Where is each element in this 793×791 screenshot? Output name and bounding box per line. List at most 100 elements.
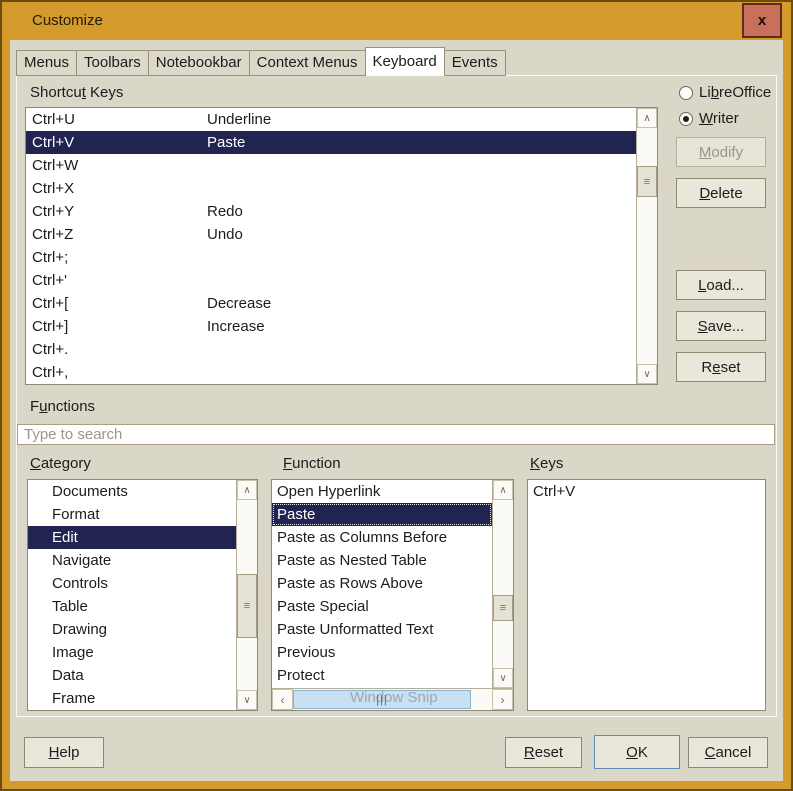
search-input[interactable] (17, 424, 775, 445)
function-list-hscrollbar[interactable]: ‹ ||| › (272, 688, 513, 710)
function-item[interactable]: Open Hyperlink (272, 480, 492, 503)
function-item[interactable]: Paste Unformatted Text (272, 618, 492, 641)
modify-button[interactable]: Modify (676, 137, 766, 167)
category-item[interactable]: Controls (28, 572, 236, 595)
tab-events[interactable]: Events (444, 50, 506, 76)
window-title: Customize (32, 2, 103, 40)
function-item-selected[interactable]: Paste (272, 503, 492, 526)
scroll-up-icon[interactable]: ∧ (637, 108, 657, 128)
shortcut-command (207, 177, 636, 200)
shortcut-command: Decrease (207, 292, 636, 315)
shortcut-row[interactable]: Ctrl+, (26, 361, 636, 384)
tab-notebookbar[interactable]: Notebookbar (148, 50, 250, 76)
category-item[interactable]: Table (28, 595, 236, 618)
reset-side-button[interactable]: Reset (676, 352, 766, 382)
shortcut-row[interactable]: Ctrl+YRedo (26, 200, 636, 223)
function-list-vscrollbar[interactable]: ∧ ≡ ∨ (492, 480, 513, 688)
shortcut-key: Ctrl+' (26, 269, 207, 292)
shortcut-key: Ctrl+] (26, 315, 207, 338)
shortcut-key: Ctrl+[ (26, 292, 207, 315)
scroll-right-icon[interactable]: › (492, 689, 513, 710)
shortcut-keys-label: Shortcut Keys (30, 84, 123, 101)
category-item[interactable]: Frame (28, 687, 236, 710)
shortcut-command: Undo (207, 223, 636, 246)
shortcut-row[interactable]: Ctrl+]Increase (26, 315, 636, 338)
function-item[interactable]: Paste as Nested Table (272, 549, 492, 572)
shortcut-list-rows: Ctrl+UUnderline Ctrl+VPaste Ctrl+W Ctrl+… (26, 108, 636, 384)
scroll-left-icon[interactable]: ‹ (272, 689, 293, 710)
save-button[interactable]: Save... (676, 311, 766, 341)
category-item[interactable]: Format (28, 503, 236, 526)
help-button[interactable]: Help (24, 737, 104, 768)
scroll-down-icon[interactable]: ∨ (237, 690, 257, 710)
function-item[interactable]: Paste as Rows Above (272, 572, 492, 595)
tab-menus[interactable]: Menus (16, 50, 77, 76)
shortcut-row[interactable]: Ctrl+UUnderline (26, 108, 636, 131)
shortcut-row-selected[interactable]: Ctrl+VPaste (26, 131, 636, 154)
shortcut-row[interactable]: Ctrl+X (26, 177, 636, 200)
title-bar[interactable]: Customize x (2, 2, 791, 40)
tab-keyboard[interactable]: Keyboard (365, 47, 445, 76)
writer-radio-icon[interactable] (679, 112, 693, 126)
scroll-up-icon[interactable]: ∧ (237, 480, 257, 500)
scroll-up-icon[interactable]: ∧ (493, 480, 513, 500)
scroll-down-icon[interactable]: ∨ (493, 668, 513, 688)
category-item[interactable]: Documents (28, 480, 236, 503)
shortcut-command: Paste (207, 131, 636, 154)
load-button[interactable]: Load... (676, 270, 766, 300)
scroll-down-icon[interactable]: ∨ (637, 364, 657, 384)
shortcut-key: Ctrl+; (26, 246, 207, 269)
keys-list[interactable]: Ctrl+V (527, 479, 766, 711)
scrollbar-thumb[interactable]: ≡ (237, 574, 257, 638)
category-item[interactable]: Navigate (28, 549, 236, 572)
reset-button[interactable]: Reset (505, 737, 582, 768)
function-item[interactable]: Protect (272, 664, 492, 687)
shortcut-row[interactable]: Ctrl+; (26, 246, 636, 269)
function-item[interactable]: Paste Special (272, 595, 492, 618)
libreoffice-radio-icon[interactable] (679, 86, 693, 100)
shortcut-key: Ctrl+. (26, 338, 207, 361)
shortcut-command: Redo (207, 200, 636, 223)
keys-item[interactable]: Ctrl+V (528, 480, 765, 503)
delete-button[interactable]: Delete (676, 178, 766, 208)
shortcut-key: Ctrl+V (26, 131, 207, 154)
category-item[interactable]: Image (28, 641, 236, 664)
shortcut-list[interactable]: Ctrl+UUnderline Ctrl+VPaste Ctrl+W Ctrl+… (25, 107, 658, 385)
category-list[interactable]: Documents Format Edit Navigate Controls … (27, 479, 258, 711)
category-item[interactable]: Data (28, 664, 236, 687)
customize-dialog: Customize x Menus Toolbars Notebookbar C… (0, 0, 793, 791)
close-button[interactable]: x (742, 3, 782, 38)
function-item[interactable]: Previous (272, 641, 492, 664)
category-list-scrollbar[interactable]: ∧ ≡ ∨ (236, 480, 257, 710)
shortcut-key: Ctrl+Y (26, 200, 207, 223)
tab-toolbars[interactable]: Toolbars (76, 50, 149, 76)
shortcut-key: Ctrl+Z (26, 223, 207, 246)
scope-libreoffice-option[interactable]: LibreOffice (679, 84, 771, 101)
hscrollbar-thumb[interactable]: ||| (293, 690, 471, 709)
cancel-button[interactable]: Cancel (688, 737, 768, 768)
function-list[interactable]: Open Hyperlink Paste Paste as Columns Be… (271, 479, 514, 711)
shortcut-row[interactable]: Ctrl+ZUndo (26, 223, 636, 246)
libreoffice-radio-label: LibreOffice (699, 84, 771, 101)
dialog-content: Menus Toolbars Notebookbar Context Menus… (10, 40, 783, 781)
tab-strip: Menus Toolbars Notebookbar Context Menus… (16, 47, 505, 76)
shortcut-row[interactable]: Ctrl+. (26, 338, 636, 361)
category-item-selected[interactable]: Edit (28, 526, 236, 549)
function-item[interactable]: Paste as Columns Before (272, 526, 492, 549)
shortcut-row[interactable]: Ctrl+[Decrease (26, 292, 636, 315)
tab-context-menus[interactable]: Context Menus (249, 50, 366, 76)
shortcut-row[interactable]: Ctrl+W (26, 154, 636, 177)
scope-writer-option[interactable]: Writer (679, 110, 739, 127)
scrollbar-thumb[interactable]: ≡ (637, 166, 657, 197)
shortcut-key: Ctrl+U (26, 108, 207, 131)
scrollbar-thumb[interactable]: ≡ (493, 595, 513, 621)
category-label: Category (30, 455, 91, 472)
shortcut-list-scrollbar[interactable]: ∧ ≡ ∨ (636, 108, 657, 384)
shortcut-row[interactable]: Ctrl+' (26, 269, 636, 292)
shortcut-key: Ctrl+, (26, 361, 207, 384)
category-item[interactable]: Drawing (28, 618, 236, 641)
shortcut-command: Increase (207, 315, 636, 338)
writer-radio-label: Writer (699, 110, 739, 127)
shortcut-key: Ctrl+W (26, 154, 207, 177)
ok-button[interactable]: OK (594, 735, 680, 769)
